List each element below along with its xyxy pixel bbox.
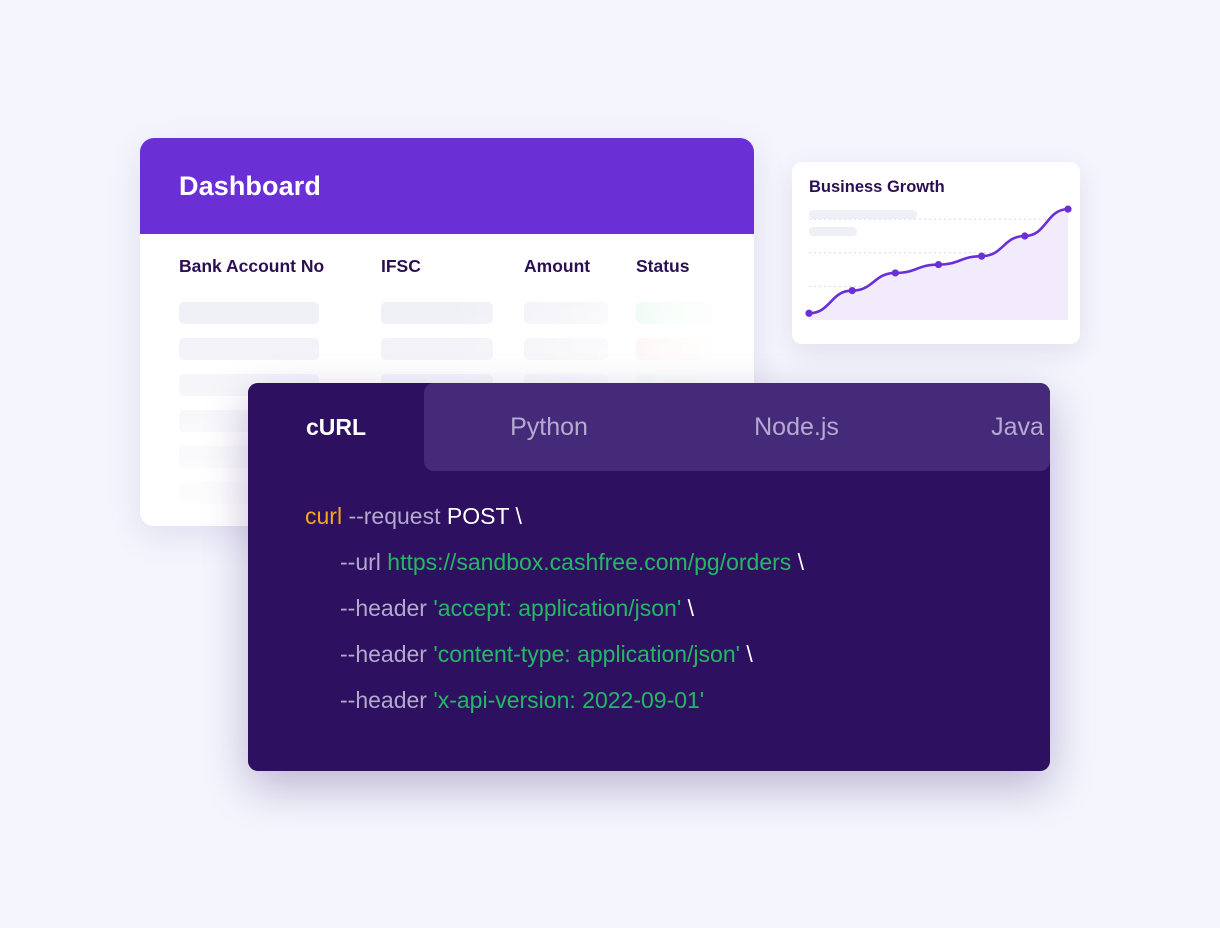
table-cell bbox=[524, 338, 636, 360]
code-block: curl --request POST \ --url https://sandb… bbox=[248, 471, 1050, 771]
table-cell bbox=[179, 302, 381, 324]
code-token-cmd: curl bbox=[305, 503, 343, 529]
table-cell bbox=[636, 338, 746, 360]
table-cell bbox=[381, 338, 524, 360]
code-token-str: 'content-type: application/json' bbox=[433, 641, 741, 667]
skeleton-bar bbox=[179, 302, 319, 324]
column-header-bank-account-no: Bank Account No bbox=[179, 256, 325, 276]
code-tabbar: Python Node.js Java bbox=[424, 383, 1050, 471]
skeleton-bar bbox=[524, 302, 608, 324]
code-token-str: https://sandbox.cashfree.com/pg/orders bbox=[387, 549, 792, 575]
code-token-flag: --header bbox=[340, 641, 427, 667]
growth-line-chart bbox=[805, 205, 1072, 320]
code-sample-panel: Python Node.js Java cURL curl --request PO… bbox=[248, 383, 1050, 771]
code-token-plain: POST \ bbox=[440, 503, 522, 529]
code-line: --url https://sandbox.cashfree.com/pg/or… bbox=[305, 539, 1050, 585]
table-cell bbox=[179, 338, 381, 360]
tab-node-js[interactable]: Node.js bbox=[674, 413, 919, 442]
status-badge bbox=[636, 302, 712, 324]
skeleton-bar bbox=[179, 338, 319, 360]
table-cell bbox=[381, 302, 524, 324]
code-line: curl --request POST \ bbox=[305, 493, 1050, 539]
chart-data-point bbox=[805, 309, 813, 317]
status-badge bbox=[636, 338, 712, 360]
tab-curl[interactable]: cURL bbox=[248, 383, 424, 471]
chart-data-point bbox=[978, 252, 986, 260]
code-line: --header 'accept: application/json' \ bbox=[305, 585, 1050, 631]
table-cell bbox=[524, 302, 636, 324]
code-token-plain: \ bbox=[791, 549, 805, 575]
skeleton-bar bbox=[381, 302, 493, 324]
chart-data-point bbox=[891, 269, 899, 277]
table-row[interactable] bbox=[179, 338, 754, 360]
code-token-flag: --url bbox=[340, 549, 381, 575]
column-header-ifsc: IFSC bbox=[381, 256, 421, 276]
skeleton-bar bbox=[524, 338, 608, 360]
column-header-amount: Amount bbox=[524, 256, 591, 276]
code-token-str: 'accept: application/json' bbox=[433, 595, 682, 621]
page-title: Dashboard bbox=[179, 170, 321, 201]
table-row[interactable] bbox=[179, 302, 754, 324]
code-token-str: 'x-api-version: 2022-09-01' bbox=[433, 687, 705, 713]
dashboard-header: Dashboard bbox=[140, 138, 754, 234]
page-root: Dashboard Bank Account No IFSC Amount St… bbox=[0, 0, 1220, 928]
code-line: --header 'content-type: application/json… bbox=[305, 631, 1050, 677]
code-token-flag: --header bbox=[340, 595, 427, 621]
chart-data-point bbox=[934, 260, 943, 269]
column-header-status: Status bbox=[636, 256, 690, 276]
business-growth-card: Business Growth bbox=[792, 162, 1080, 344]
skeleton-bar bbox=[381, 338, 493, 360]
table-cell bbox=[636, 302, 746, 324]
chart-data-point bbox=[1064, 205, 1072, 213]
code-token-plain: \ bbox=[740, 641, 753, 667]
code-token-flag: --header bbox=[340, 687, 427, 713]
chart-data-point bbox=[1021, 232, 1029, 240]
chart-data-point bbox=[848, 287, 856, 295]
tab-java[interactable]: Java bbox=[919, 413, 1050, 442]
code-token-flag: --request bbox=[348, 503, 441, 529]
code-token-plain: \ bbox=[681, 595, 694, 621]
tab-python[interactable]: Python bbox=[424, 413, 674, 442]
code-line: --header 'x-api-version: 2022-09-01' bbox=[305, 677, 1050, 723]
table-header-row: Bank Account No IFSC Amount Status bbox=[140, 234, 754, 277]
